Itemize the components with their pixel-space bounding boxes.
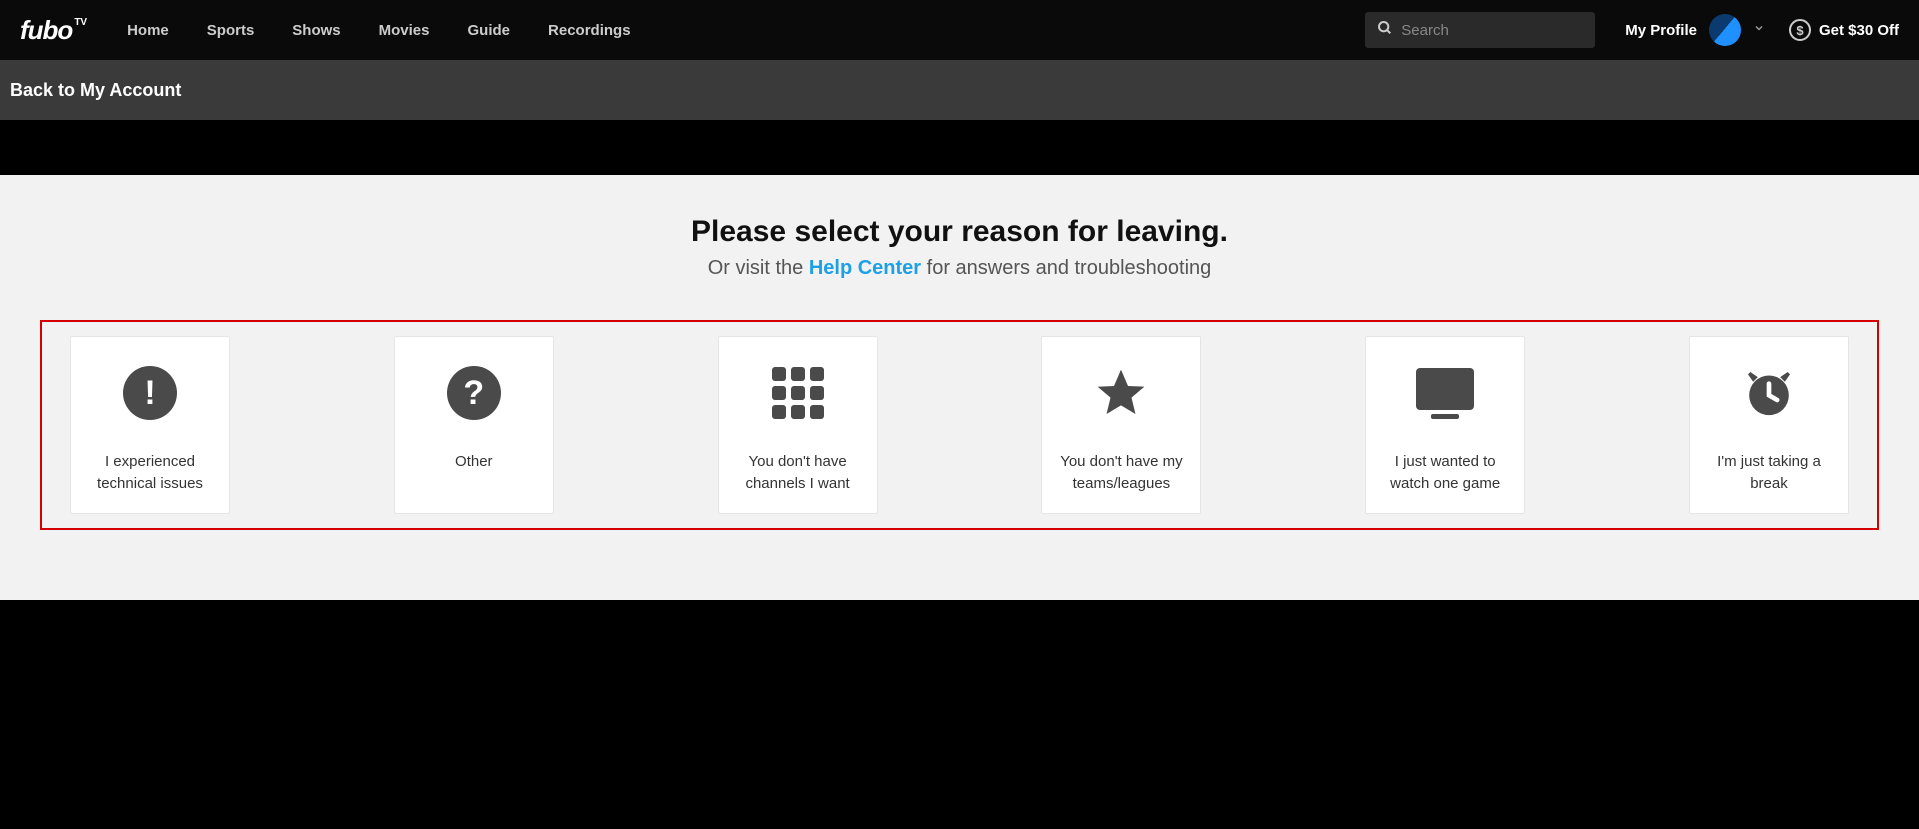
star-icon xyxy=(1093,361,1149,425)
exclamation-icon: ! xyxy=(123,361,177,425)
logo[interactable]: fubo TV xyxy=(20,15,87,46)
reasons-highlight-box: ! I experienced technical issues ? Other… xyxy=(40,320,1879,530)
nav-shows[interactable]: Shows xyxy=(292,22,340,39)
nav-recordings[interactable]: Recordings xyxy=(548,22,631,39)
reason-card-channels[interactable]: You don't have channels I want xyxy=(718,336,878,514)
promo-button[interactable]: $ Get $30 Off xyxy=(1789,19,1899,41)
reason-card-teams[interactable]: You don't have my teams/leagues xyxy=(1041,336,1201,514)
footer-spacer xyxy=(0,600,1919,740)
search-box[interactable] xyxy=(1365,12,1595,48)
dollar-icon: $ xyxy=(1789,19,1811,41)
profile-label: My Profile xyxy=(1625,22,1697,39)
content-panel: Please select your reason for leaving. O… xyxy=(0,175,1919,600)
reason-label: I just wanted to watch one game xyxy=(1378,451,1512,495)
reason-label: You don't have channels I want xyxy=(731,451,865,495)
help-center-link[interactable]: Help Center xyxy=(809,257,921,279)
monitor-icon xyxy=(1416,361,1474,425)
nav-guide[interactable]: Guide xyxy=(468,22,511,39)
logo-text: fubo xyxy=(20,15,72,46)
logo-superscript: TV xyxy=(74,17,87,28)
spacer xyxy=(0,120,1919,175)
page-heading: Please select your reason for leaving. xyxy=(0,215,1919,249)
nav-sports[interactable]: Sports xyxy=(207,22,255,39)
promo-label: Get $30 Off xyxy=(1819,22,1899,39)
reason-card-one-game[interactable]: I just wanted to watch one game xyxy=(1365,336,1525,514)
search-input[interactable] xyxy=(1401,22,1583,39)
chevron-down-icon xyxy=(1753,21,1765,39)
grid-icon xyxy=(772,361,824,425)
top-nav: fubo TV Home Sports Shows Movies Guide R… xyxy=(0,0,1919,60)
reason-label: You don't have my teams/leagues xyxy=(1054,451,1188,495)
question-icon: ? xyxy=(447,361,501,425)
nav-home[interactable]: Home xyxy=(127,22,169,39)
page-subheading: Or visit the Help Center for answers and… xyxy=(0,257,1919,280)
reason-card-break[interactable]: I'm just taking a break xyxy=(1689,336,1849,514)
profile-menu[interactable]: My Profile xyxy=(1625,14,1765,46)
reason-label: Other xyxy=(455,451,493,473)
reason-card-technical-issues[interactable]: ! I experienced technical issues xyxy=(70,336,230,514)
sub-suffix: for answers and troubleshooting xyxy=(921,257,1211,279)
reason-card-other[interactable]: ? Other xyxy=(394,336,554,514)
reason-label: I experienced technical issues xyxy=(83,451,217,495)
main-nav: Home Sports Shows Movies Guide Recording… xyxy=(127,22,1365,39)
reason-label: I'm just taking a break xyxy=(1702,451,1836,495)
sub-prefix: Or visit the xyxy=(708,257,809,279)
search-icon xyxy=(1377,20,1393,41)
nav-movies[interactable]: Movies xyxy=(379,22,430,39)
avatar xyxy=(1709,14,1741,46)
alarm-icon xyxy=(1738,361,1800,425)
back-to-account-link[interactable]: Back to My Account xyxy=(10,80,181,101)
subheader: Back to My Account xyxy=(0,60,1919,120)
